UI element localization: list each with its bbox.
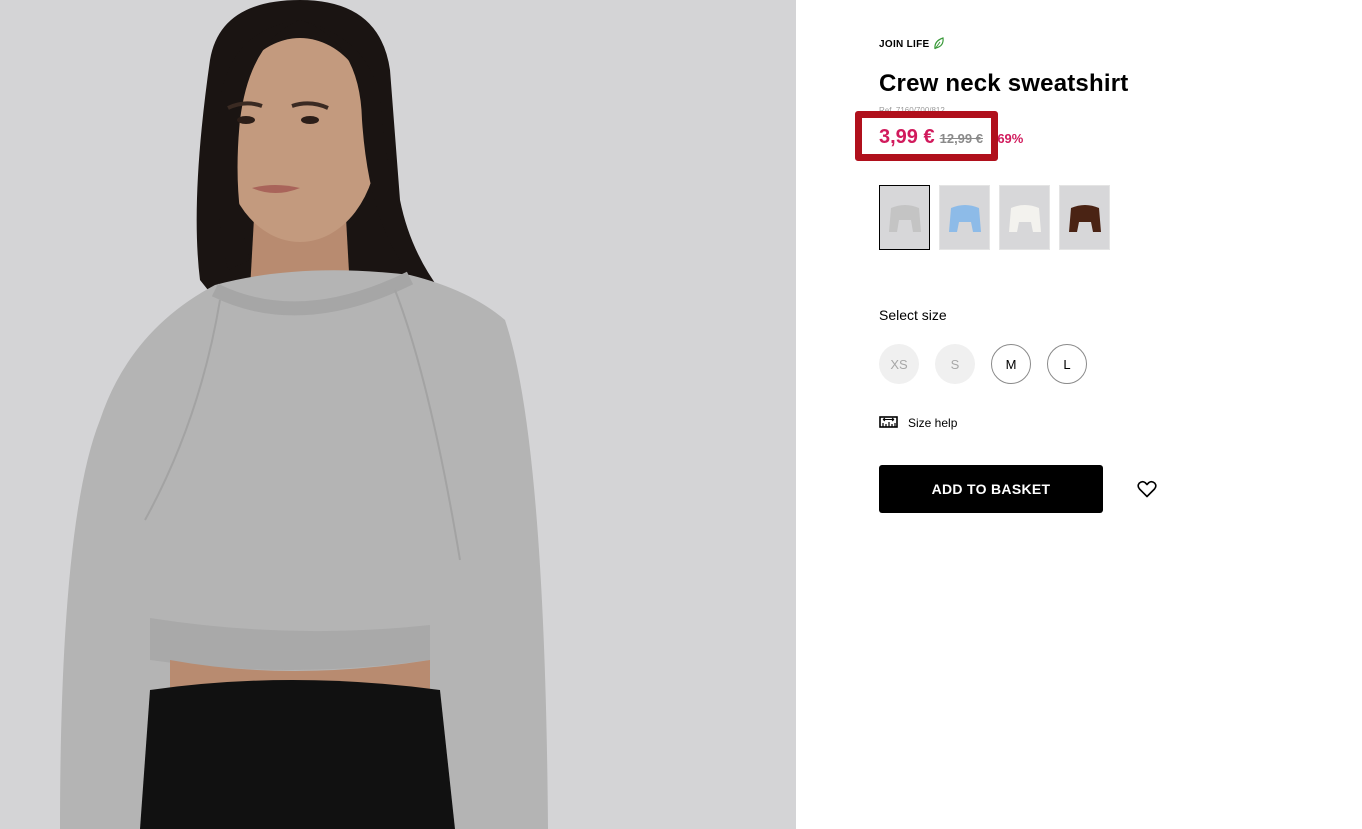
size-help-link[interactable]: Size help xyxy=(879,414,957,432)
ruler-icon xyxy=(879,414,898,432)
size-options: XS S M L xyxy=(879,344,1087,384)
product-reference: Ref. 7160/700/812 xyxy=(879,106,945,115)
product-info-panel: JOIN LIFE Crew neck sweatshirt Ref. 7160… xyxy=(855,0,1319,829)
product-title: Crew neck sweatshirt xyxy=(879,70,1129,97)
size-help-label: Size help xyxy=(908,416,958,430)
color-swatch-light-blue[interactable] xyxy=(939,185,990,250)
add-to-basket-button[interactable]: ADD TO BASKET xyxy=(879,465,1103,513)
current-price: 3,99 € xyxy=(879,126,935,148)
collection-label: JOIN LIFE xyxy=(879,38,930,50)
size-option-m[interactable]: M xyxy=(991,344,1031,384)
heart-icon[interactable] xyxy=(1136,478,1158,500)
original-price: 12,99 € xyxy=(939,131,983,146)
leaf-icon xyxy=(933,37,945,51)
color-swatch-white[interactable] xyxy=(999,185,1050,250)
join-life-badge[interactable]: JOIN LIFE xyxy=(879,37,945,51)
size-option-s[interactable]: S xyxy=(935,344,975,384)
price-row: 3,99 € 12,99 € -69% xyxy=(879,126,1023,149)
color-swatch-grey[interactable] xyxy=(879,185,930,250)
color-swatches xyxy=(879,185,1110,250)
discount-badge: -69% xyxy=(992,131,1024,146)
select-size-label: Select size xyxy=(879,307,947,323)
color-swatch-brown[interactable] xyxy=(1059,185,1110,250)
size-option-xs[interactable]: XS xyxy=(879,344,919,384)
product-photo[interactable] xyxy=(0,0,796,829)
size-option-l[interactable]: L xyxy=(1047,344,1087,384)
